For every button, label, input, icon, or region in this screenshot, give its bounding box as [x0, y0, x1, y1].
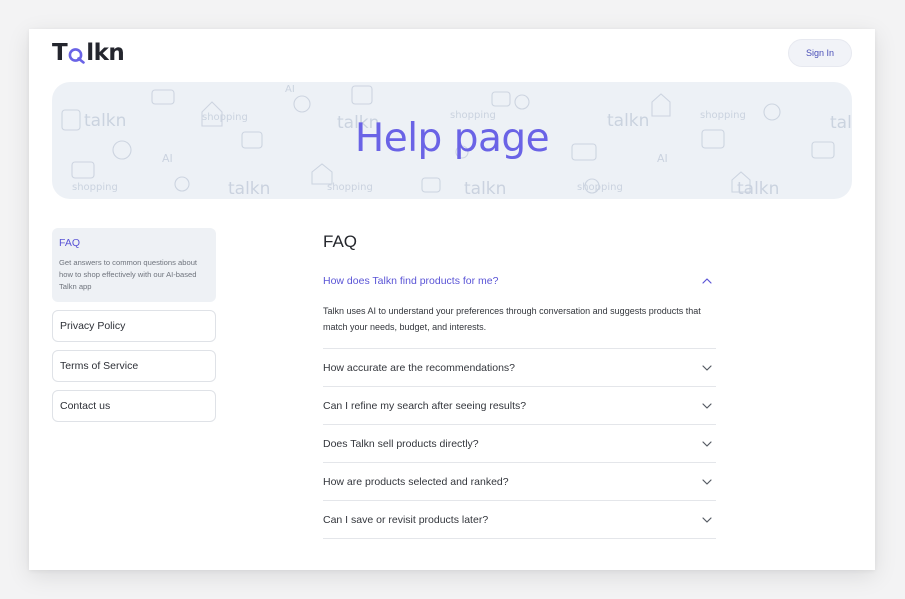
pattern-word: shopping	[72, 182, 118, 193]
chevron-down-icon[interactable]	[701, 400, 713, 412]
faq-answer: Talkn uses AI to understand your prefere…	[323, 306, 701, 332]
faq-item[interactable]: How are products selected and ranked?	[323, 463, 716, 501]
help-sidebar: FAQ Get answers to common questions abou…	[52, 228, 216, 422]
faq-item[interactable]: Can I refine my search after seeing resu…	[323, 387, 716, 425]
pattern-word: talkn	[464, 179, 506, 199]
pattern-word: talkn	[228, 179, 270, 199]
faq-question: How accurate are the recommendations?	[323, 361, 516, 374]
faq-item[interactable]: Can I save or revisit products later?	[323, 501, 716, 539]
faq-question-toggle[interactable]: How does Talkn find products for me?	[323, 263, 716, 299]
faq-question: How does Talkn find products for me?	[323, 275, 499, 287]
sidebar-item-faq[interactable]: FAQ Get answers to common questions abou…	[52, 228, 216, 302]
faq-question: Does Talkn sell products directly?	[323, 437, 479, 450]
faq-question: Can I refine my search after seeing resu…	[323, 399, 527, 412]
sign-in-button[interactable]: Sign In	[788, 39, 852, 67]
sidebar-item-description: Get answers to common questions about ho…	[59, 258, 198, 291]
sidebar-item-label: Contact us	[60, 400, 111, 412]
faq-item-expanded: How does Talkn find products for me? Tal…	[323, 263, 716, 349]
pattern-word: AI	[285, 84, 295, 95]
pattern-word: shopping	[327, 182, 373, 193]
sidebar-item-label: Terms of Service	[60, 360, 139, 372]
pattern-word: talkn	[737, 179, 779, 199]
faq-question: How are products selected and ranked?	[323, 475, 509, 488]
chevron-down-icon[interactable]	[701, 362, 713, 374]
faq-heading: FAQ	[323, 232, 358, 251]
faq-question: Can I save or revisit products later?	[323, 513, 489, 526]
faq-item[interactable]: Does Talkn sell products directly?	[323, 425, 716, 463]
page-title: Help page	[354, 116, 550, 161]
sidebar-item-contact-us[interactable]: Contact us	[52, 390, 216, 422]
help-banner: talkn shopping AI talkn shopping talkn s…	[52, 82, 852, 199]
app-window: T lkn Sign In talkn shopping AI talkn sh…	[29, 29, 875, 570]
sidebar-item-label: Privacy Policy	[60, 320, 126, 332]
logo-chat-bubble-icon	[68, 47, 86, 64]
sidebar-item-label: FAQ	[59, 237, 81, 249]
chevron-down-icon[interactable]	[701, 438, 713, 450]
faq-accordion: How does Talkn find products for me? Tal…	[323, 263, 716, 539]
faq-item[interactable]: How accurate are the recommendations?	[323, 349, 716, 387]
chevron-down-icon[interactable]	[701, 476, 713, 488]
talkn-logo[interactable]: T lkn	[52, 40, 125, 66]
chevron-up-icon[interactable]	[701, 275, 713, 287]
sidebar-item-privacy-policy[interactable]: Privacy Policy	[52, 310, 216, 342]
logo-text-start: T	[52, 40, 68, 66]
logo-text-end: lkn	[86, 40, 125, 66]
sidebar-item-terms-of-service[interactable]: Terms of Service	[52, 350, 216, 382]
chevron-down-icon[interactable]	[701, 514, 713, 526]
pattern-word: shopping	[577, 182, 623, 193]
